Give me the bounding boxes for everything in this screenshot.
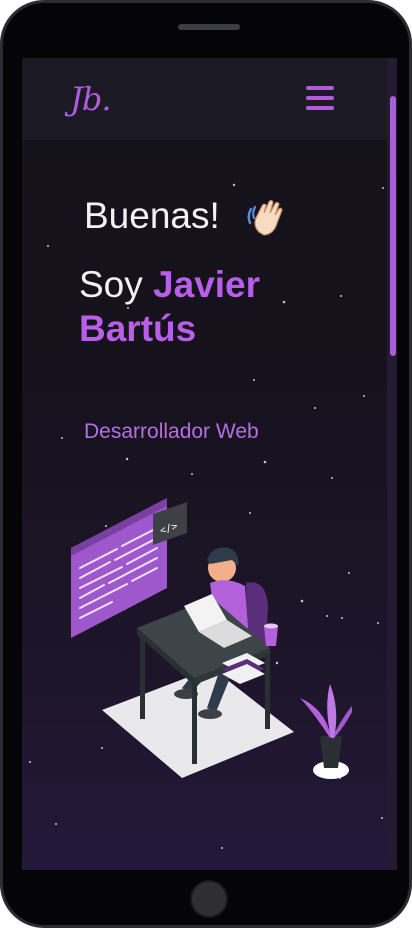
hamburger-menu-icon[interactable]	[306, 86, 334, 110]
phone-speaker	[178, 24, 240, 30]
phone-screen: Jb. Buenas! Soy Javier Bartús Desarrolla…	[22, 58, 397, 870]
scrollbar-thumb[interactable]	[390, 96, 396, 356]
intro-heading: Soy Javier Bartús	[79, 263, 339, 351]
name-last: Bartús	[79, 308, 197, 349]
site-logo[interactable]: Jb.	[70, 80, 111, 118]
name-first: Javier	[153, 264, 261, 305]
intro-prefix: Soy	[79, 264, 154, 305]
phone-frame: Jb. Buenas! Soy Javier Bartús Desarrolla…	[0, 0, 412, 928]
waving-hand-icon	[247, 199, 283, 236]
web-developer-illustration: </>	[71, 498, 352, 779]
role-subtitle: Desarrollador Web	[84, 420, 259, 443]
home-button[interactable]	[190, 880, 228, 918]
navbar: Jb.	[22, 58, 397, 140]
greeting-text: Buenas!	[84, 195, 220, 236]
